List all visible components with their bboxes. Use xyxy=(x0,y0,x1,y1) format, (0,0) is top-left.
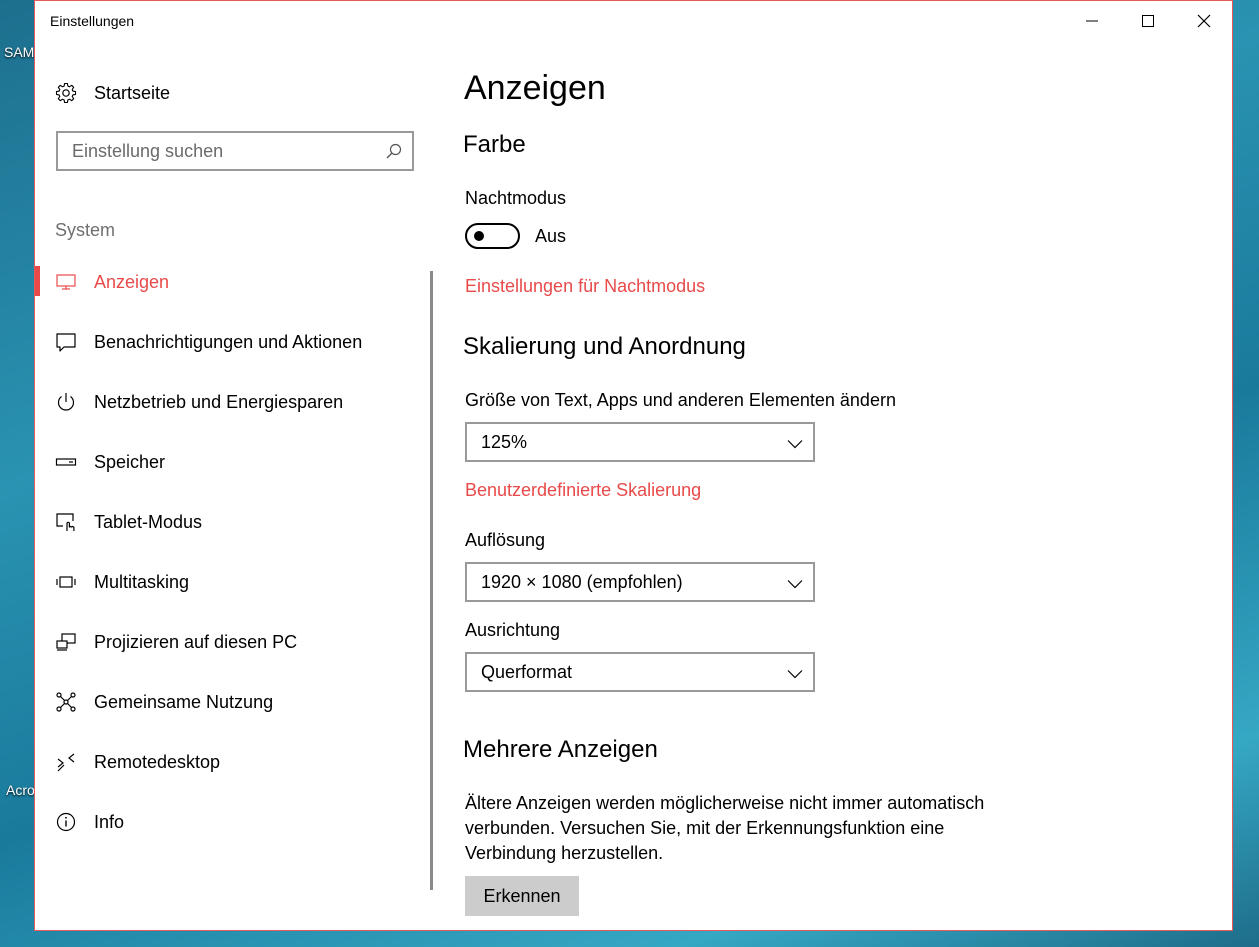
gear-icon xyxy=(55,82,77,104)
sidebar-item-projection[interactable]: Projizieren auf diesen PC xyxy=(35,620,425,664)
remote-desktop-icon xyxy=(55,751,77,773)
search-input[interactable] xyxy=(58,133,382,169)
notification-icon xyxy=(55,331,77,353)
sidebar-item-label: Netzbetrieb und Energiesparen xyxy=(94,391,344,412)
sidebar-scrollbar[interactable] xyxy=(430,271,433,890)
share-icon xyxy=(55,691,77,713)
dropdown-value: Querformat xyxy=(481,662,573,682)
desktop-icon-label[interactable]: SAM xyxy=(4,44,34,60)
window-title: Einstellungen xyxy=(50,13,135,29)
desktop-icon-label[interactable]: Acro xyxy=(6,782,35,798)
chevron-down-icon xyxy=(787,666,803,684)
title-bar[interactable]: Einstellungen xyxy=(35,1,1232,41)
close-icon xyxy=(1197,14,1211,28)
resolution-dropdown[interactable]: 1920 × 1080 (empfohlen) xyxy=(465,562,815,602)
night-mode-state: Aus xyxy=(535,226,567,246)
detect-button[interactable]: Erkennen xyxy=(465,876,579,916)
home-link[interactable]: Startseite xyxy=(55,79,170,107)
custom-scaling-link[interactable]: Benutzerdefinierte Skalierung xyxy=(465,480,701,501)
multi-display-heading: Mehrere Anzeigen xyxy=(463,736,658,763)
toggle-knob xyxy=(474,231,484,241)
chevron-down-icon xyxy=(787,436,803,454)
color-section-heading: Farbe xyxy=(463,131,526,158)
sidebar-item-anzeigen[interactable]: Anzeigen xyxy=(35,260,425,304)
close-button[interactable] xyxy=(1176,1,1232,41)
home-label: Startseite xyxy=(94,82,171,103)
sidebar-item-label: Anzeigen xyxy=(94,271,170,292)
dropdown-value: 1920 × 1080 (empfohlen) xyxy=(481,572,683,592)
power-icon xyxy=(55,391,77,413)
sidebar-item-info[interactable]: Info xyxy=(35,800,425,844)
multitasking-icon xyxy=(55,571,77,593)
orientation-label: Ausrichtung xyxy=(465,620,561,640)
settings-window: Einstellungen Startseite System xyxy=(34,0,1233,931)
scale-size-label: Größe von Text, Apps und anderen Element… xyxy=(465,390,896,410)
scale-section-heading: Skalierung und Anordnung xyxy=(463,333,746,360)
tablet-mode-icon xyxy=(55,511,77,533)
projection-icon xyxy=(55,631,77,653)
sidebar-item-label: Benachrichtigungen und Aktionen xyxy=(94,331,363,352)
sidebar-item-label: Multitasking xyxy=(94,571,190,592)
sidebar-item-label: Projizieren auf diesen PC xyxy=(94,631,298,652)
sidebar-item-share[interactable]: Gemeinsame Nutzung xyxy=(35,680,425,724)
orientation-dropdown[interactable]: Querformat xyxy=(465,652,815,692)
maximize-icon xyxy=(1142,15,1154,27)
sidebar-item-remote-desktop[interactable]: Remotedesktop xyxy=(35,740,425,784)
resolution-label: Auflösung xyxy=(465,530,546,550)
sidebar-item-label: Gemeinsame Nutzung xyxy=(94,691,274,712)
storage-icon xyxy=(55,451,77,473)
night-mode-label: Nachtmodus xyxy=(465,188,567,208)
minimize-icon xyxy=(1086,20,1098,22)
maximize-button[interactable] xyxy=(1120,1,1176,41)
sidebar-item-storage[interactable]: Speicher xyxy=(35,440,425,484)
sidebar-group-label: System xyxy=(55,220,116,240)
sidebar-item-label: Tablet-Modus xyxy=(94,511,203,532)
active-indicator xyxy=(35,266,40,296)
search-icon[interactable] xyxy=(385,142,403,165)
sidebar-item-label: Info xyxy=(94,811,125,832)
chevron-down-icon xyxy=(787,576,803,594)
monitor-icon xyxy=(55,271,77,293)
info-icon xyxy=(55,811,77,833)
settings-search-box[interactable] xyxy=(56,131,414,171)
sidebar-item-multitasking[interactable]: Multitasking xyxy=(35,560,425,604)
dropdown-value: 125% xyxy=(481,432,528,452)
scale-size-dropdown[interactable]: 125% xyxy=(465,422,815,462)
minimize-button[interactable] xyxy=(1064,1,1120,41)
night-mode-toggle[interactable] xyxy=(465,223,520,249)
multi-display-description: Ältere Anzeigen werden möglicherweise ni… xyxy=(465,793,985,863)
sidebar-item-label: Speicher xyxy=(94,451,166,472)
sidebar-item-label: Remotedesktop xyxy=(94,751,221,772)
sidebar-item-notifications[interactable]: Benachrichtigungen und Aktionen xyxy=(35,320,425,364)
page-title: Anzeigen xyxy=(464,69,606,107)
sidebar-item-tablet-mode[interactable]: Tablet-Modus xyxy=(35,500,425,544)
night-mode-settings-link[interactable]: Einstellungen für Nachtmodus xyxy=(465,276,705,297)
sidebar-item-power[interactable]: Netzbetrieb und Energiesparen xyxy=(35,380,425,424)
